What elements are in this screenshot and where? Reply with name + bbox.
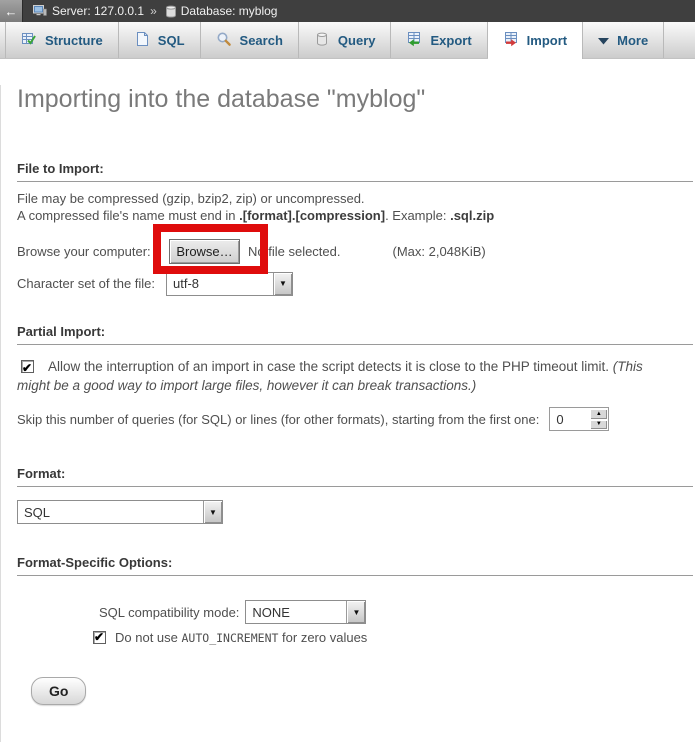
- tab-label: Search: [240, 33, 283, 48]
- export-icon: [406, 31, 422, 50]
- tab-label: More: [617, 33, 648, 48]
- dropdown-arrow-icon[interactable]: ▼: [203, 501, 222, 523]
- browse-button[interactable]: Browse…: [169, 239, 240, 264]
- section-heading-partial-import: Partial Import:: [17, 324, 693, 345]
- dropdown-arrow-icon[interactable]: ▼: [273, 273, 292, 295]
- tab-sql[interactable]: SQL: [119, 22, 201, 58]
- allow-interruption-row: Allow the interruption of an import in c…: [17, 357, 679, 395]
- auto-increment-code: AUTO_INCREMENT: [182, 631, 279, 645]
- filename-rule-example: .sql.zip: [450, 208, 494, 223]
- database-icon: [165, 5, 177, 18]
- spinner-down-icon[interactable]: ▼: [590, 420, 607, 430]
- tab-label: Structure: [45, 33, 103, 48]
- dropdown-arrow-icon[interactable]: ▼: [346, 601, 365, 623]
- tab-label: Export: [430, 33, 471, 48]
- import-icon: [503, 31, 519, 50]
- breadcrumb-bar: ← Server: 127.0.0.1 » Database: myblog: [0, 0, 695, 22]
- skip-queries-row: Skip this number of queries (for SQL) or…: [17, 406, 679, 432]
- tab-label: Import: [527, 33, 567, 48]
- tab-more[interactable]: More: [583, 22, 664, 58]
- compression-line: File may be compressed (gzip, bzip2, zip…: [17, 191, 365, 206]
- server-icon: [33, 4, 47, 18]
- tab-bar: Structure SQL Search Query: [0, 22, 695, 59]
- breadcrumb-separator: »: [150, 4, 157, 18]
- filename-rule-format: .[format].[compression]: [239, 208, 385, 223]
- import-page: Importing into the database "myblog" Fil…: [0, 85, 695, 742]
- structure-icon: [21, 31, 37, 50]
- format-select[interactable]: SQL ▼: [17, 500, 223, 524]
- format-row: SQL ▼: [17, 500, 679, 524]
- back-button[interactable]: ←: [0, 0, 23, 22]
- filename-rule-prefix: A compressed file's name must end in: [17, 208, 239, 223]
- sql-compatibility-label: SQL compatibility mode:: [99, 605, 239, 620]
- tab-query[interactable]: Query: [299, 22, 392, 58]
- browse-wrap: Browse…: [169, 239, 240, 264]
- section-heading-format-specific: Format-Specific Options:: [17, 555, 693, 576]
- max-size-text: (Max: 2,048KiB): [393, 244, 486, 259]
- auto-increment-text: Do not use AUTO_INCREMENT for zero value…: [115, 630, 367, 645]
- allow-interruption-text: Allow the interruption of an import in c…: [48, 359, 613, 374]
- file-import-description: File may be compressed (gzip, bzip2, zip…: [17, 191, 679, 224]
- charset-select-value: utf-8: [167, 273, 273, 295]
- sql-compatibility-value: NONE: [246, 601, 346, 623]
- tab-label: Query: [338, 33, 376, 48]
- sql-icon: [134, 31, 150, 50]
- page-title: Importing into the database "myblog": [17, 85, 695, 114]
- auto-increment-prefix: Do not use: [115, 630, 182, 645]
- section-heading-format: Format:: [17, 466, 693, 487]
- charset-select[interactable]: utf-8 ▼: [166, 272, 293, 296]
- tab-search[interactable]: Search: [201, 22, 299, 58]
- auto-increment-checkbox[interactable]: [93, 631, 106, 644]
- search-icon: [216, 31, 232, 50]
- tab-export[interactable]: Export: [391, 22, 487, 58]
- spinner-buttons: ▲ ▼: [590, 409, 607, 429]
- tab-label: SQL: [158, 33, 185, 48]
- chevron-down-icon: [598, 33, 609, 48]
- auto-increment-row: Do not use AUTO_INCREMENT for zero value…: [17, 630, 679, 645]
- no-file-selected-text: No file selected.: [248, 244, 341, 259]
- charset-row: Character set of the file: utf-8 ▼: [17, 271, 679, 296]
- sql-compatibility-select[interactable]: NONE ▼: [245, 600, 366, 624]
- go-button[interactable]: Go: [31, 677, 86, 705]
- spinner-up-icon[interactable]: ▲: [590, 409, 607, 419]
- tab-structure[interactable]: Structure: [5, 22, 119, 58]
- breadcrumb-server[interactable]: Server: 127.0.0.1: [52, 4, 144, 18]
- allow-interruption-checkbox[interactable]: [21, 360, 34, 373]
- format-select-value: SQL: [18, 501, 203, 523]
- skip-queries-value[interactable]: 0: [551, 409, 590, 429]
- tab-import[interactable]: Import: [488, 22, 583, 59]
- skip-queries-input[interactable]: 0 ▲ ▼: [549, 407, 609, 431]
- auto-increment-suffix: for zero values: [278, 630, 367, 645]
- sql-compatibility-row: SQL compatibility mode: NONE ▼: [17, 600, 679, 624]
- breadcrumb-database[interactable]: Database: myblog: [181, 4, 278, 18]
- skip-queries-label: Skip this number of queries (for SQL) or…: [17, 412, 539, 427]
- browse-row: Browse your computer: Browse… No file se…: [17, 238, 679, 264]
- filename-rule-mid: . Example:: [385, 208, 450, 223]
- browse-label: Browse your computer:: [17, 244, 169, 259]
- query-icon: [314, 31, 330, 50]
- charset-label: Character set of the file:: [17, 276, 166, 291]
- section-heading-file-to-import: File to Import:: [17, 161, 693, 182]
